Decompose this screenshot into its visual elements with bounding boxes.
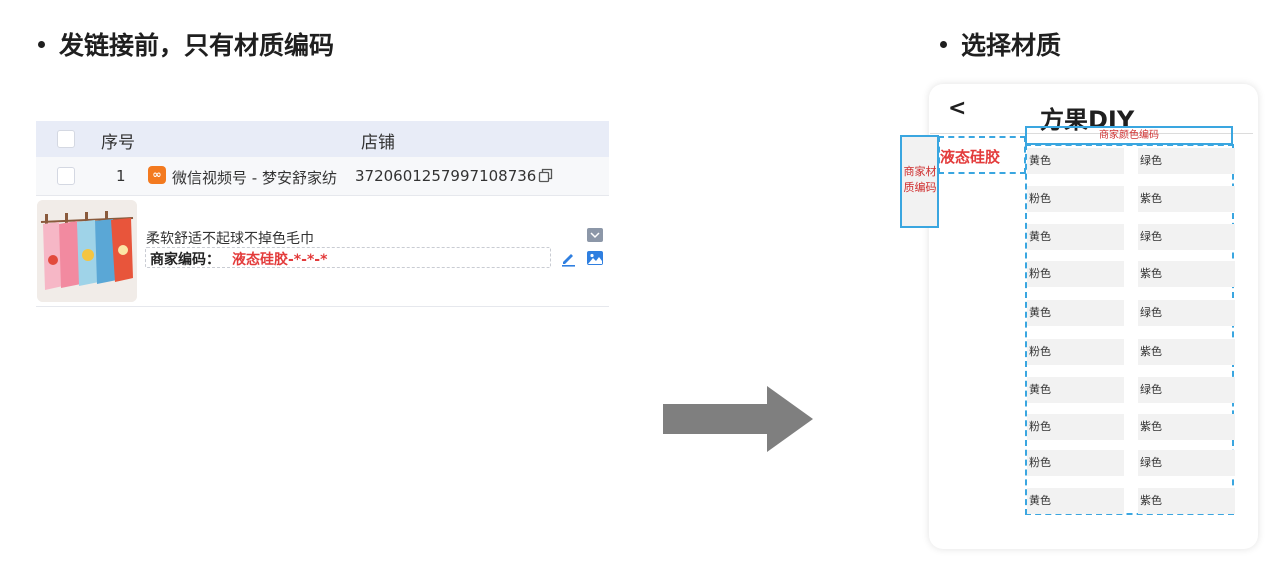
material-option[interactable]: 液态硅胶 xyxy=(940,146,1000,167)
product-name: 柔软舒适不起球不掉色毛巾 xyxy=(146,231,314,247)
color-option[interactable]: 粉色 xyxy=(1027,339,1124,365)
color-option[interactable]: 粉色 xyxy=(1027,186,1124,212)
shop-name: 微信视频号 - 梦安舒家纺 xyxy=(172,169,337,187)
color-option[interactable]: 绿色 xyxy=(1138,300,1235,326)
image-icon[interactable] xyxy=(587,250,603,266)
color-option[interactable]: 紫色 xyxy=(1138,339,1235,365)
color-option[interactable]: 粉色 xyxy=(1027,414,1124,440)
color-option[interactable]: 紫色 xyxy=(1138,261,1235,287)
row-divider xyxy=(36,195,609,196)
color-option[interactable]: 黄色 xyxy=(1027,224,1124,250)
product-thumbnail[interactable] xyxy=(37,200,137,302)
left-section-title: 发链接前，只有材质编码 xyxy=(38,26,334,62)
copy-icon[interactable] xyxy=(538,168,553,183)
color-option[interactable]: 紫色 xyxy=(1138,414,1235,440)
product-item: 柔软舒适不起球不掉色毛巾 商家编码： 液态硅胶-*-*-* xyxy=(36,199,609,305)
color-option[interactable]: 紫色 xyxy=(1138,186,1235,212)
select-all-checkbox[interactable] xyxy=(57,130,75,148)
left-title-text: 发链接前，只有材质编码 xyxy=(59,31,335,60)
right-section-title: 选择材质 xyxy=(940,26,1061,62)
weixin-channels-icon: ∞ xyxy=(148,166,166,184)
bullet-icon xyxy=(38,40,45,48)
message-icon[interactable] xyxy=(587,227,603,243)
merchant-material-code-annotation: 商家材质编码 xyxy=(900,135,939,228)
edit-icon[interactable] xyxy=(560,250,577,267)
shop-id: 3720601257997108736 xyxy=(355,167,537,185)
arrow-right-icon xyxy=(663,386,813,452)
back-button[interactable]: < xyxy=(948,96,966,121)
row-number: 1 xyxy=(116,167,126,185)
right-title-text: 选择材质 xyxy=(961,31,1062,60)
table-header: 序号 店铺 xyxy=(36,121,609,157)
color-option[interactable]: 黄色 xyxy=(1027,300,1124,326)
merchant-code-label: 商家编码： xyxy=(150,252,220,268)
color-option[interactable]: 绿色 xyxy=(1138,224,1235,250)
color-option[interactable]: 粉色 xyxy=(1027,261,1124,287)
bullet-icon xyxy=(940,40,947,48)
table-bottom-divider xyxy=(36,306,609,307)
color-option[interactable]: 黄色 xyxy=(1027,148,1124,174)
color-option[interactable]: 绿色 xyxy=(1138,148,1235,174)
color-option[interactable]: 黄色 xyxy=(1027,377,1124,403)
color-option[interactable]: 粉色 xyxy=(1027,450,1124,476)
color-option[interactable]: 紫色 xyxy=(1138,488,1235,514)
column-header-shop: 店铺 xyxy=(361,133,395,153)
merchant-code-field[interactable]: 商家编码： 液态硅胶-*-*-* xyxy=(145,247,551,268)
color-option[interactable]: 绿色 xyxy=(1138,377,1235,403)
order-table: 序号 店铺 1 ∞ 微信视频号 - 梦安舒家纺 3720601257997108… xyxy=(36,121,609,308)
color-option[interactable]: 绿色 xyxy=(1138,450,1235,476)
merchant-code-value: 液态硅胶-*-*-* xyxy=(232,252,328,268)
table-row: 1 ∞ 微信视频号 - 梦安舒家纺 3720601257997108736 xyxy=(36,157,609,195)
row-checkbox[interactable] xyxy=(57,167,75,185)
column-header-no: 序号 xyxy=(101,133,135,153)
color-option[interactable]: 黄色 xyxy=(1027,488,1124,514)
merchant-color-code-annotation: 商家颜色编码 xyxy=(1025,126,1233,145)
